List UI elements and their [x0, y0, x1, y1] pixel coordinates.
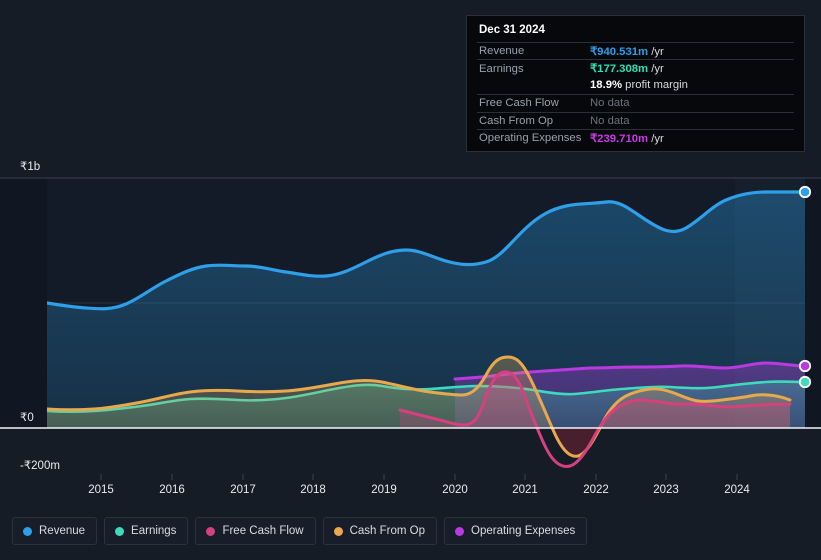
y-axis-label-zero: ₹0: [20, 412, 34, 424]
x-axis-tick-2015: 2015: [88, 484, 114, 496]
chart-tooltip: Dec 31 2024 Revenue ₹940.531m /yr Earnin…: [466, 15, 805, 153]
x-axis-tick-2018: 2018: [300, 484, 326, 496]
chart-legend: Revenue Earnings Free Cash Flow Cash Fro…: [12, 517, 588, 545]
tooltip-value-earnings: ₹177.308m /yr: [590, 63, 664, 76]
tooltip-label-cash-from-op: Cash From Op: [479, 114, 554, 127]
tooltip-label-revenue: Revenue: [479, 45, 525, 58]
tooltip-label-operating-expenses: Operating Expenses: [479, 132, 582, 145]
tooltip-value-profit-margin: 18.9% profit margin: [590, 79, 688, 92]
endpoint-marker-operating-expenses: [798, 359, 812, 373]
x-axis-tick-2019: 2019: [371, 484, 397, 496]
legend-label-revenue: Revenue: [39, 525, 86, 537]
legend-item-earnings[interactable]: Earnings: [104, 517, 189, 545]
legend-dot-operating-expenses-icon: [455, 526, 465, 536]
tooltip-value-free-cash-flow: No data: [590, 97, 630, 110]
legend-dot-free-cash-flow-icon: [206, 526, 216, 536]
endpoint-marker-revenue: [798, 185, 812, 199]
legend-item-cash-from-op[interactable]: Cash From Op: [322, 517, 438, 545]
tooltip-value-revenue: ₹940.531m /yr: [590, 45, 664, 58]
legend-label-free-cash-flow: Free Cash Flow: [222, 525, 304, 537]
tooltip-date: Dec 31 2024: [479, 24, 545, 36]
tooltip-value-operating-expenses: ₹239.710m /yr: [590, 132, 664, 145]
x-axis-tick-2017: 2017: [230, 484, 256, 496]
legend-item-operating-expenses[interactable]: Operating Expenses: [444, 517, 588, 545]
x-axis-tick-2016: 2016: [159, 484, 185, 496]
x-axis-tick-2022: 2022: [583, 484, 609, 496]
legend-item-free-cash-flow[interactable]: Free Cash Flow: [195, 517, 316, 545]
y-axis-label-top: ₹1b: [20, 161, 41, 173]
tooltip-value-cash-from-op: No data: [590, 114, 630, 127]
tooltip-label-earnings: Earnings: [479, 62, 524, 75]
legend-label-earnings: Earnings: [131, 525, 177, 537]
x-axis-tick-2020: 2020: [442, 484, 468, 496]
endpoint-marker-earnings: [798, 375, 812, 389]
x-axis-tick-2021: 2021: [512, 484, 538, 496]
y-axis-label-bottom: -₹200m: [20, 460, 60, 472]
tooltip-row-operating-expenses: Operating Expenses ₹239.710m /yr: [477, 128, 794, 146]
x-axis-tick-2023: 2023: [653, 484, 679, 496]
tooltip-row-revenue: Revenue ₹940.531m /yr: [477, 42, 794, 59]
legend-label-cash-from-op: Cash From Op: [349, 525, 426, 537]
tooltip-label-free-cash-flow: Free Cash Flow: [479, 97, 559, 110]
legend-dot-revenue-icon: [23, 526, 32, 536]
tooltip-row-profit-margin: 18.9% profit margin: [477, 77, 794, 94]
tooltip-row-free-cash-flow: Free Cash Flow No data: [477, 94, 794, 111]
legend-dot-earnings-icon: [115, 526, 125, 536]
legend-item-revenue[interactable]: Revenue: [12, 517, 98, 545]
x-tick-marks: [100, 474, 738, 480]
legend-label-operating-expenses: Operating Expenses: [471, 525, 576, 537]
chart-page: ₹1b ₹0 -₹200m 2015 2016 2017 2018 2019 2…: [0, 0, 821, 560]
legend-dot-cash-from-op-icon: [333, 526, 343, 536]
tooltip-row-earnings: Earnings ₹177.308m /yr: [477, 59, 794, 76]
tooltip-row-cash-from-op: Cash From Op No data: [477, 111, 794, 129]
x-axis-tick-2024: 2024: [724, 484, 750, 496]
